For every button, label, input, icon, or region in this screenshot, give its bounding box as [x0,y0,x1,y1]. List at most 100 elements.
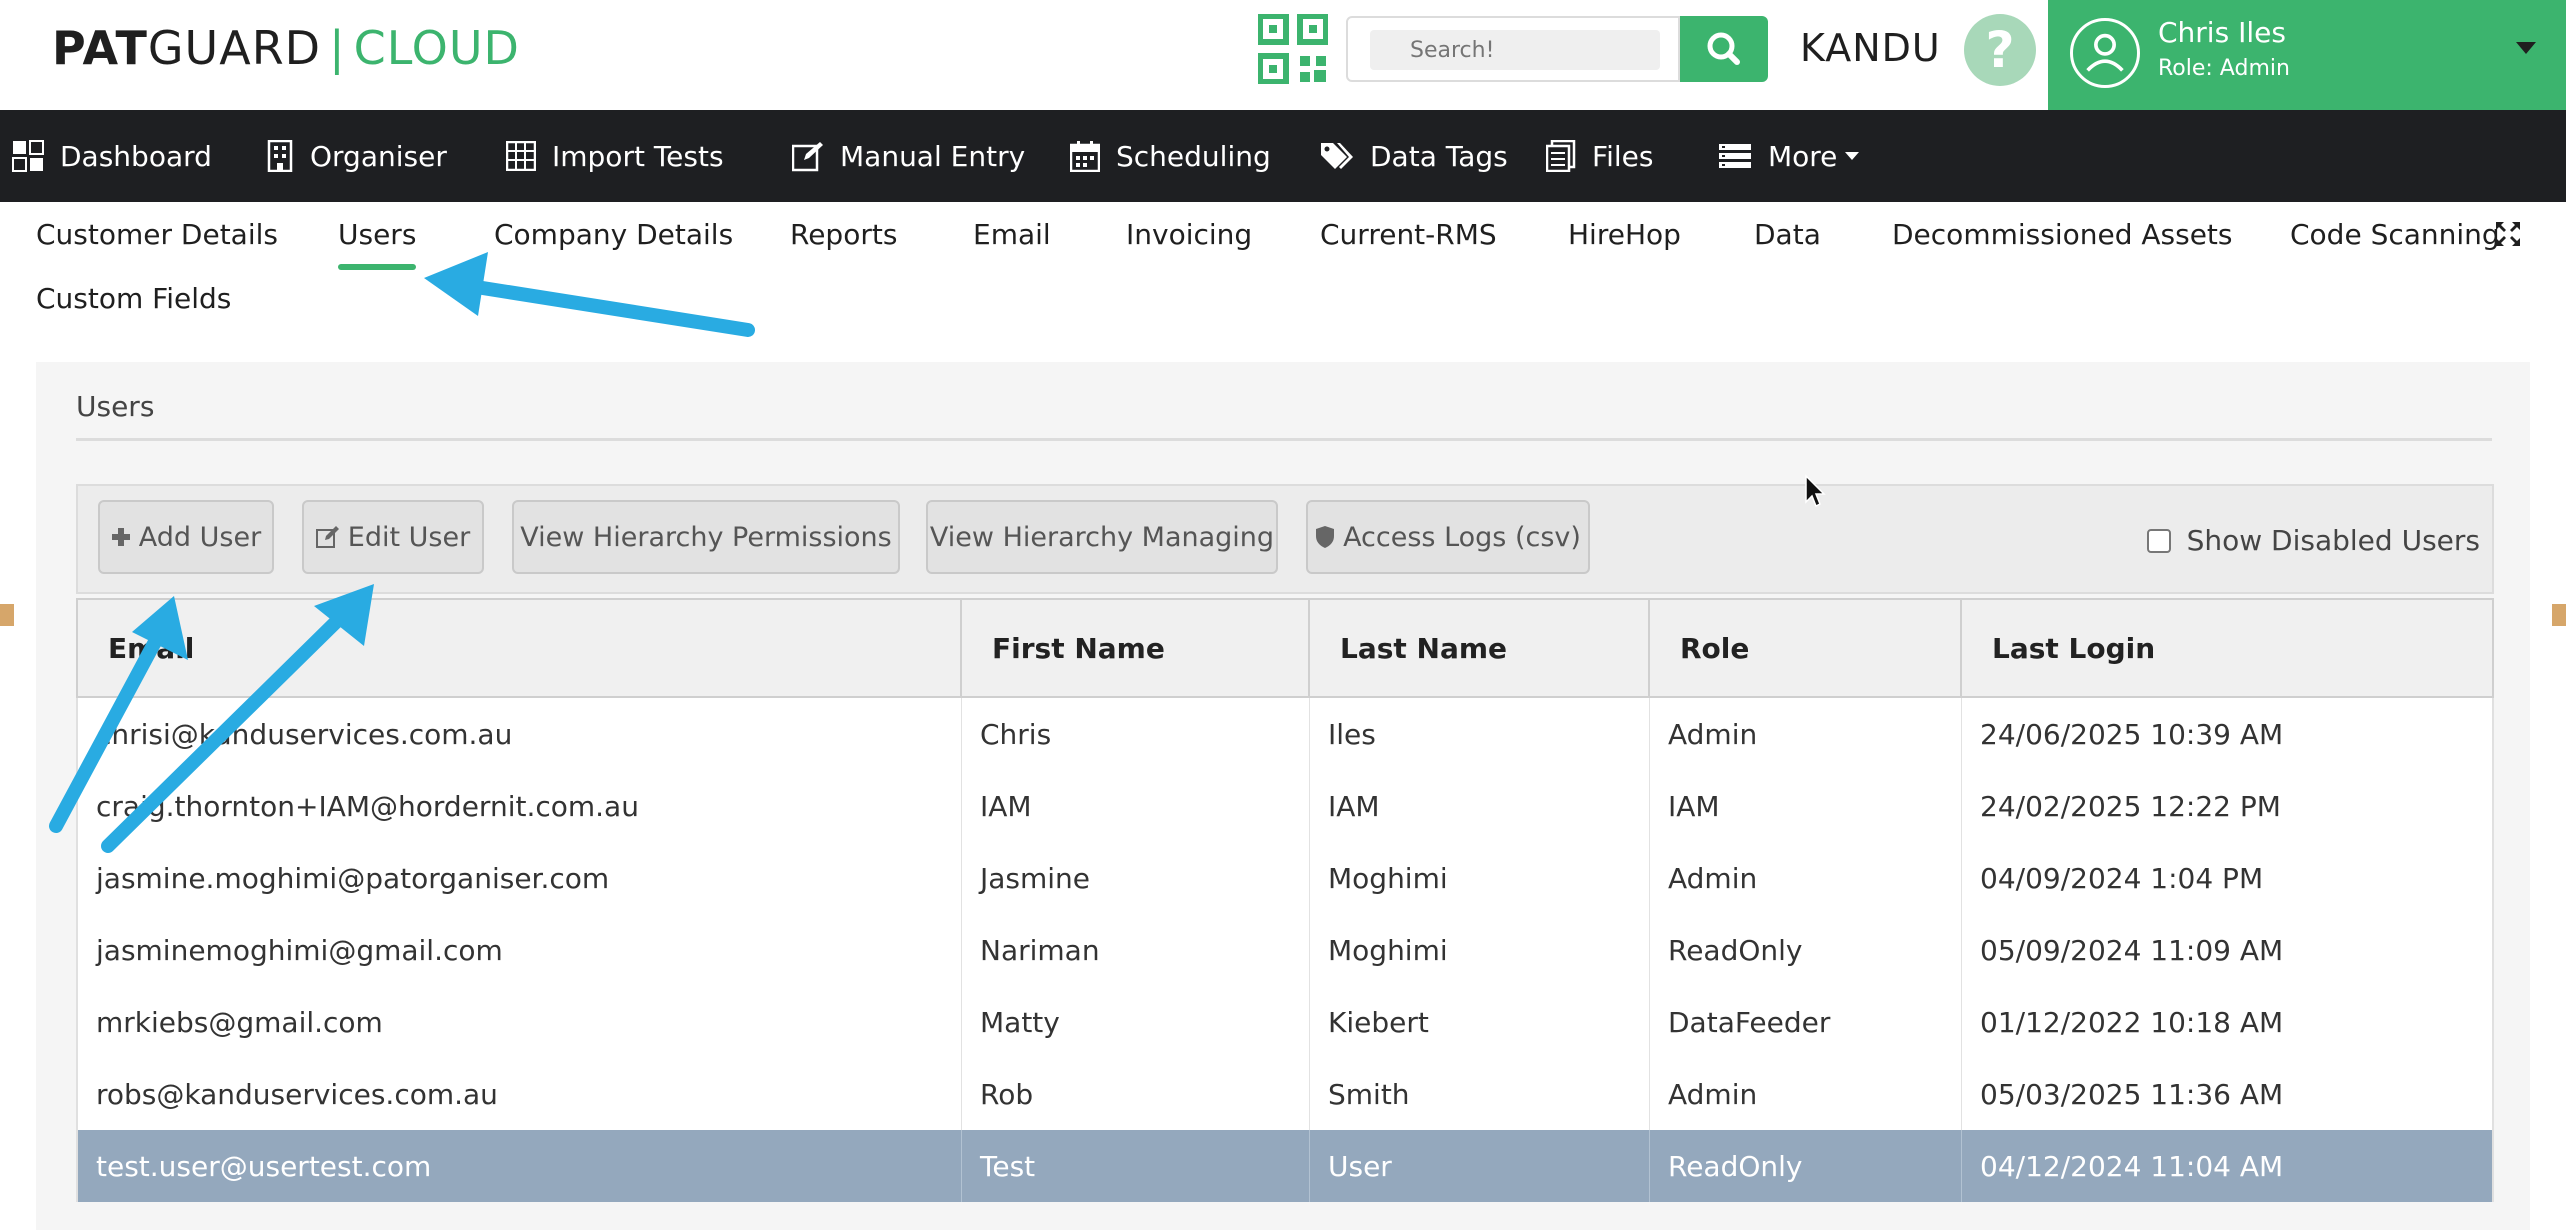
tab-code-scanning[interactable]: Code Scanning [2290,218,2500,251]
page: PATGUARD|CLOUD KANDU ? [0,0,2566,1230]
company-name: KANDU [1800,26,1941,70]
column-header-last-name[interactable]: Last Name [1310,600,1650,696]
nav-item-more[interactable]: More [1718,110,1860,202]
nav-item-dashboard[interactable]: Dashboard [12,110,212,202]
logo-cloud: CLOUD [353,21,520,75]
tab-customer-details[interactable]: Customer Details [36,218,278,251]
tab-invoicing[interactable]: Invoicing [1126,218,1252,251]
cell-first-name: IAM [962,770,1310,842]
nav-item-files[interactable]: Files [1546,110,1653,202]
table-row[interactable]: jasminemoghimi@gmail.com Nariman Moghimi… [76,914,2494,986]
show-disabled-checkbox[interactable] [2146,528,2171,553]
nav-label: More [1768,139,1838,173]
cell-role: IAM [1650,770,1962,842]
cell-last-login: 05/09/2024 11:09 AM [1980,933,2284,967]
nav-label: Manual Entry [840,139,1026,173]
view-hierarchy-managing-button[interactable]: View Hierarchy Managing [926,500,1278,574]
arrow-to-users-tab [463,279,755,337]
cell-last-name: Iles [1310,698,1650,770]
table-row[interactable]: jasmine.moghimi@patorganiser.com Jasmine… [76,842,2494,914]
list-icon [1719,144,1751,168]
tab-hirehop[interactable]: HireHop [1568,218,1681,251]
search-icon [1707,32,1740,65]
edit-user-button[interactable]: Edit User [302,500,484,574]
nav-item-scheduling[interactable]: Scheduling [1070,110,1271,202]
tab-decommissioned-assets[interactable]: Decommissioned Assets [1892,218,2233,251]
view-hierarchy-permissions-button[interactable]: View Hierarchy Permissions [512,500,900,574]
tab-reports[interactable]: Reports [790,218,897,251]
button-label: View Hierarchy Managing [929,521,1275,553]
column-header-first-name[interactable]: First Name [962,600,1310,696]
nav-item-organiser[interactable]: Organiser [266,110,447,202]
edge-marker [2552,604,2566,626]
nav-label: Scheduling [1116,139,1271,173]
button-label: Add User [138,521,262,553]
nav-label: Files [1592,139,1654,173]
logo-separator: | [329,21,346,75]
cell-first-name: Matty [962,986,1310,1058]
nav-item-data-tags[interactable]: Data Tags [1320,110,1508,202]
table-row-selected[interactable]: test.user@usertest.com Test User ReadOnl… [76,1130,2494,1202]
divider [76,438,2492,441]
tab-company-details[interactable]: Company Details [494,218,733,251]
user-role: Role: Admin [2158,56,2290,81]
table-header: Email First Name Last Name Role Last Log… [76,598,2494,698]
cell-email: chrisi@kanduservices.com.au [78,698,962,770]
button-label: View Hierarchy Permissions [520,521,892,553]
cell-role: DataFeeder [1650,986,1962,1058]
search-input[interactable] [1370,30,1660,70]
nav-label: Organiser [310,139,447,173]
table-row[interactable]: craig.thornton+IAM@hordernit.com.au IAM … [76,770,2494,842]
nav-label: Dashboard [60,139,212,173]
help-icon[interactable]: ? [1964,14,2036,86]
qr-code-icon[interactable] [1258,14,1328,84]
grid-icon [506,141,536,171]
cell-last-login: 04/09/2024 1:04 PM [1980,861,2264,895]
nav-item-manual-entry[interactable]: Manual Entry [792,110,1025,202]
button-label: Access Logs (csv) [1343,521,1581,553]
show-disabled-users-toggle[interactable]: Show Disabled Users [2146,524,2480,557]
dashboard-icon [12,140,44,172]
show-disabled-label: Show Disabled Users [2186,524,2480,557]
expand-icon[interactable] [2494,220,2522,248]
search-button[interactable] [1680,16,1768,82]
top-header: PATGUARD|CLOUD KANDU ? [0,0,2566,110]
column-header-email[interactable]: Email [78,600,962,696]
files-icon [1546,140,1576,172]
cell-last-login: 24/02/2025 12:22 PM [1980,789,2281,823]
table-row[interactable]: robs@kanduservices.com.au Rob Smith Admi… [76,1058,2494,1130]
add-user-button[interactable]: Add User [98,500,274,574]
nav-label: Data Tags [1370,139,1508,173]
access-logs-button[interactable]: Access Logs (csv) [1306,500,1590,574]
tab-data[interactable]: Data [1754,218,1821,251]
tab-current-rms[interactable]: Current-RMS [1320,218,1497,251]
edit-icon [792,142,823,172]
logo[interactable]: PATGUARD | CLOUD [52,20,520,76]
users-toolbar: Add User Edit User View Hierarchy Permis… [76,484,2494,594]
search-box [1346,16,1680,82]
column-header-last-login[interactable]: Last Login [1962,600,2492,696]
cell-last-login: 24/06/2025 10:39 AM [1980,717,2284,751]
user-name: Chris Iles [2158,16,2286,49]
cell-email: mrkiebs@gmail.com [78,986,962,1058]
users-panel: Users Add User Edit User View Hierarchy … [36,362,2530,1230]
tab-users[interactable]: Users [338,218,417,270]
tab-email[interactable]: Email [973,218,1051,251]
edit-icon [315,526,339,548]
column-header-role[interactable]: Role [1650,600,1962,696]
main-nav: Dashboard Organiser Import Tests Manual … [0,110,2566,202]
nav-item-import-tests[interactable]: Import Tests [506,110,724,202]
cell-first-name: Test [962,1130,1310,1202]
table-row[interactable]: mrkiebs@gmail.com Matty Kiebert DataFeed… [76,986,2494,1058]
user-avatar-icon [2070,18,2140,88]
tab-custom-fields[interactable]: Custom Fields [36,282,231,315]
edge-marker [0,604,14,626]
cell-first-name: Nariman [962,914,1310,986]
table-row[interactable]: chrisi@kanduservices.com.au Chris Iles A… [76,698,2494,770]
cell-last-login: 05/03/2025 11:36 AM [1980,1077,2284,1111]
user-menu[interactable]: Chris Iles Role: Admin [2048,0,2566,110]
cell-role: ReadOnly [1650,1130,1962,1202]
cell-first-name: Rob [962,1058,1310,1130]
cell-role: ReadOnly [1650,914,1962,986]
cell-email: test.user@usertest.com [78,1130,962,1202]
